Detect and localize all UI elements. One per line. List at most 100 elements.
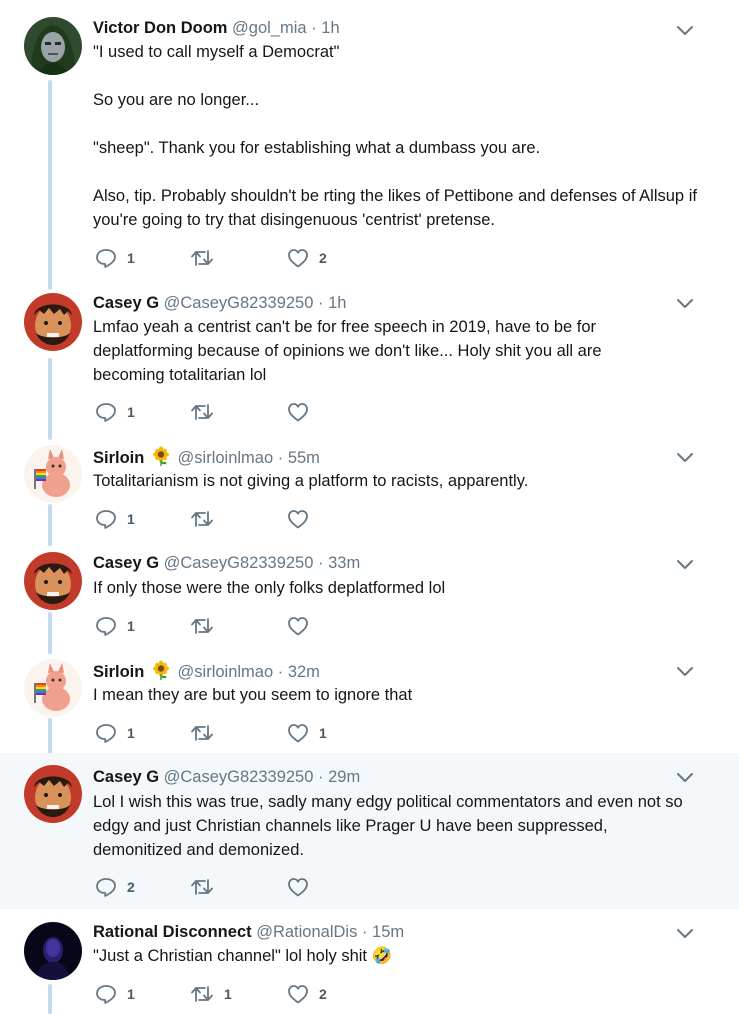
timestamp[interactable]: 1h bbox=[328, 294, 346, 312]
reply-icon bbox=[95, 248, 117, 268]
tweet-paragraph: I mean they are but you seem to ignore t… bbox=[93, 686, 413, 704]
chevron-down-icon[interactable] bbox=[676, 927, 694, 941]
timestamp[interactable]: 1h bbox=[321, 19, 339, 37]
tweet-actions: 2 bbox=[95, 876, 495, 898]
chevron-down-icon[interactable] bbox=[676, 665, 694, 679]
tweet-header: Casey G @CaseyG82339250 · 1h bbox=[93, 293, 346, 313]
like-count: 2 bbox=[319, 250, 327, 266]
reply-button[interactable]: 1 bbox=[95, 615, 135, 637]
sunflower-emoji bbox=[151, 446, 171, 471]
tweet-text: "I used to call myself a Democrat" So yo… bbox=[93, 40, 713, 232]
reply-button[interactable]: 2 bbox=[95, 876, 135, 898]
retweet-button[interactable] bbox=[190, 401, 224, 423]
tweet[interactable]: Sirloin @sirloinlmao · 55m Totalitariani… bbox=[0, 433, 739, 540]
avatar[interactable] bbox=[24, 659, 82, 717]
tweet[interactable]: Casey G @CaseyG82339250 · 1h Lmfao yeah … bbox=[0, 285, 739, 433]
tweet-actions: 1 bbox=[95, 508, 495, 530]
tweet[interactable]: Rational Disconnect @RationalDis · 15m "… bbox=[0, 909, 739, 1014]
author-name[interactable]: Casey G bbox=[93, 554, 159, 572]
tweet-header: Sirloin @sirloinlmao · 32m bbox=[93, 660, 320, 685]
chevron-down-icon[interactable] bbox=[676, 297, 694, 311]
timestamp[interactable]: 15m bbox=[372, 923, 404, 941]
reply-count: 1 bbox=[127, 986, 135, 1002]
timestamp[interactable]: 55m bbox=[288, 449, 320, 467]
reply-count: 1 bbox=[127, 511, 135, 527]
like-icon bbox=[287, 248, 309, 268]
tweet-text: "Just a Christian channel" lol holy shit… bbox=[93, 944, 713, 968]
like-button[interactable]: 1 bbox=[287, 722, 327, 744]
like-button[interactable]: 2 bbox=[287, 983, 327, 1005]
timestamp[interactable]: 29m bbox=[328, 768, 360, 786]
tweet-highlighted[interactable]: Casey G @CaseyG82339250 · 29m Lol I wish… bbox=[0, 753, 739, 909]
reply-count: 2 bbox=[127, 879, 135, 895]
reply-count: 1 bbox=[127, 725, 135, 741]
author-name[interactable]: Victor Don Doom bbox=[93, 19, 227, 37]
chevron-down-icon[interactable] bbox=[676, 451, 694, 465]
retweet-button[interactable] bbox=[190, 722, 224, 744]
reply-button[interactable]: 1 bbox=[95, 983, 135, 1005]
tweet-paragraph: "sheep". Thank you for establishing what… bbox=[93, 139, 541, 157]
retweet-icon bbox=[190, 509, 214, 529]
avatar[interactable] bbox=[24, 445, 82, 503]
like-icon bbox=[287, 877, 309, 897]
retweet-button[interactable] bbox=[190, 876, 224, 898]
chevron-down-icon[interactable] bbox=[676, 771, 694, 785]
tweet-actions: 1 2 bbox=[95, 247, 495, 269]
retweet-button[interactable]: 1 bbox=[190, 983, 232, 1005]
like-button[interactable] bbox=[287, 401, 319, 423]
reply-count: 1 bbox=[127, 404, 135, 420]
avatar[interactable] bbox=[24, 922, 82, 980]
author-name[interactable]: Casey G bbox=[93, 294, 159, 312]
author-handle[interactable]: @sirloinlmao bbox=[178, 663, 274, 681]
avatar[interactable] bbox=[24, 17, 82, 75]
separator-dot: · bbox=[277, 663, 284, 681]
retweet-button[interactable] bbox=[190, 247, 224, 269]
author-name[interactable]: Sirloin bbox=[93, 449, 144, 467]
tweet[interactable]: Casey G @CaseyG82339250 · 33m If only th… bbox=[0, 540, 739, 647]
tweet[interactable]: Sirloin @sirloinlmao · 32m I mean they a… bbox=[0, 647, 739, 753]
author-name[interactable]: Casey G bbox=[93, 768, 159, 786]
reply-icon bbox=[95, 984, 117, 1004]
tweet-actions: 1 bbox=[95, 401, 495, 423]
retweet-icon bbox=[190, 616, 214, 636]
chevron-down-icon[interactable] bbox=[676, 24, 694, 38]
chevron-down-icon[interactable] bbox=[676, 558, 694, 572]
reply-count: 1 bbox=[127, 250, 135, 266]
like-button[interactable]: 2 bbox=[287, 247, 327, 269]
reply-button[interactable]: 1 bbox=[95, 508, 135, 530]
like-button[interactable] bbox=[287, 508, 319, 530]
retweet-icon bbox=[190, 984, 214, 1004]
tweet-actions: 1 1 bbox=[95, 722, 495, 744]
avatar[interactable] bbox=[24, 552, 82, 610]
tweet-paragraph: Totalitarianism is not giving a platform… bbox=[93, 472, 529, 490]
author-name[interactable]: Sirloin bbox=[93, 663, 144, 681]
retweet-button[interactable] bbox=[190, 615, 224, 637]
author-handle[interactable]: @CaseyG82339250 bbox=[164, 768, 314, 786]
tweet-text: Lol I wish this was true, sadly many edg… bbox=[93, 790, 693, 862]
tweet[interactable]: Victor Don Doom @gol_mia · 1h "I used to… bbox=[0, 0, 739, 285]
tweet-header: Sirloin @sirloinlmao · 55m bbox=[93, 446, 320, 471]
like-button[interactable] bbox=[287, 615, 319, 637]
avatar[interactable] bbox=[24, 765, 82, 823]
timestamp[interactable]: 32m bbox=[288, 663, 320, 681]
like-button[interactable] bbox=[287, 876, 319, 898]
retweet-button[interactable] bbox=[190, 508, 224, 530]
author-name[interactable]: Rational Disconnect bbox=[93, 923, 252, 941]
author-handle[interactable]: @CaseyG82339250 bbox=[164, 294, 314, 312]
author-handle[interactable]: @gol_mia bbox=[232, 19, 307, 37]
avatar[interactable] bbox=[24, 293, 82, 351]
like-count: 2 bbox=[319, 986, 327, 1002]
reply-icon bbox=[95, 616, 117, 636]
author-handle[interactable]: @CaseyG82339250 bbox=[164, 554, 314, 572]
separator-dot: · bbox=[318, 768, 324, 786]
timestamp[interactable]: 33m bbox=[328, 554, 360, 572]
reply-button[interactable]: 1 bbox=[95, 722, 135, 744]
author-handle[interactable]: @RationalDis bbox=[256, 923, 357, 941]
reply-icon bbox=[95, 402, 117, 422]
reply-button[interactable]: 1 bbox=[95, 401, 135, 423]
reply-button[interactable]: 1 bbox=[95, 247, 135, 269]
separator-dot: · bbox=[311, 19, 317, 37]
tweet-header: Casey G @CaseyG82339250 · 33m bbox=[93, 553, 360, 573]
author-handle[interactable]: @sirloinlmao bbox=[178, 449, 274, 467]
tweet-paragraph: Lol I wish this was true, sadly many edg… bbox=[93, 793, 683, 859]
